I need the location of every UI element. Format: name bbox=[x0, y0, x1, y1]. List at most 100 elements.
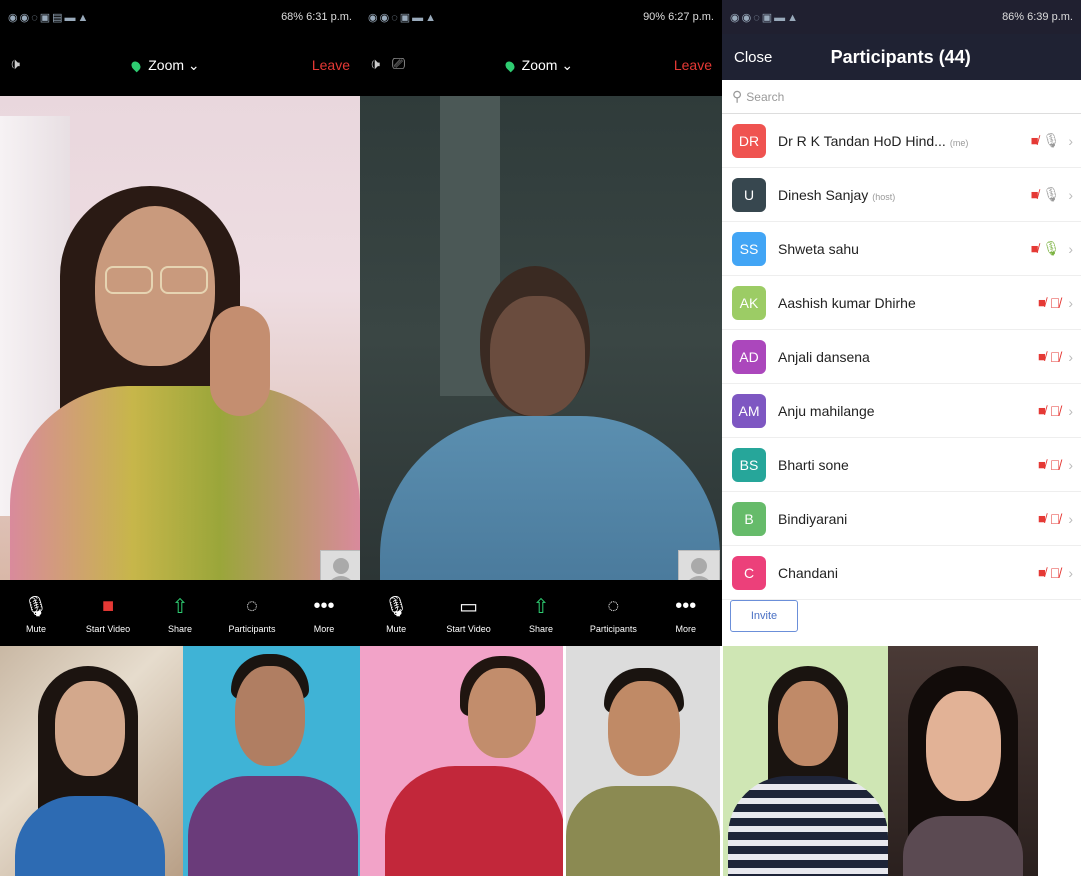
participant-name-text: Dinesh Sanjay bbox=[778, 186, 869, 203]
chevron-right-icon: › bbox=[1068, 402, 1073, 419]
participant-photo-2 bbox=[183, 646, 360, 876]
video-off-icon: ■̸ bbox=[1037, 349, 1046, 364]
chevron-right-icon: › bbox=[1068, 348, 1073, 365]
participant-row[interactable]: AK Aashish kumar Dhirhe ■̸ 🎙̸ › bbox=[722, 276, 1081, 330]
chevron-right-icon: › bbox=[1068, 456, 1073, 473]
status-time-left: 68% 6:31 p.m. bbox=[281, 11, 352, 23]
participant-avatar: AD bbox=[732, 339, 766, 374]
video-off-icon: ■̸ bbox=[1030, 187, 1039, 202]
participant-status-icons: ■̸ 🎙̸ › bbox=[1038, 457, 1073, 473]
participants-button[interactable]: ◌ Participants bbox=[221, 592, 283, 635]
mic-muted-icon: 🎙̸ bbox=[1049, 510, 1061, 527]
video-off-icon: ■ bbox=[101, 594, 115, 617]
more-button[interactable]: ••• More bbox=[655, 592, 717, 635]
person-face bbox=[608, 681, 680, 776]
speaker-icon[interactable]: 🕩 bbox=[370, 56, 380, 74]
person-hand bbox=[210, 306, 270, 416]
participant-name: Anjali dansena bbox=[778, 349, 1038, 365]
participant-photo-3 bbox=[360, 646, 563, 876]
participant-row[interactable]: DR Dr R K Tandan HoD Hind... (me) ■̸ 🎙 › bbox=[722, 114, 1081, 168]
participants-button[interactable]: ◌ Participants bbox=[582, 592, 644, 635]
status-bar-mid: ◉◉◌▣▬▲ 90% 6:27 p.m. bbox=[360, 0, 722, 34]
participant-photo-6 bbox=[888, 646, 1038, 876]
participant-row[interactable]: BS Bharti sone ■̸ 🎙̸ › bbox=[722, 438, 1081, 492]
participant-name: Bharti sone bbox=[778, 457, 1038, 473]
person-body bbox=[385, 766, 563, 876]
participant-photo-5 bbox=[723, 646, 888, 876]
share-icon: ⇧ bbox=[532, 595, 550, 618]
chevron-right-icon: › bbox=[1068, 132, 1073, 149]
participant-name-text: Anju mahilange bbox=[778, 402, 875, 419]
mic-muted-icon: 🎙̸ bbox=[1049, 348, 1061, 365]
chevron-right-icon: › bbox=[1068, 510, 1073, 527]
zoom-menu[interactable]: Zoom ⌄ bbox=[405, 57, 674, 74]
zoom-menu[interactable]: Zoom ⌄ bbox=[20, 57, 312, 74]
mic-icon: 🎙 bbox=[383, 595, 409, 618]
mic-icon: 🎙 bbox=[1042, 240, 1061, 256]
leave-button[interactable]: Leave bbox=[312, 57, 350, 73]
participant-row[interactable]: U Dinesh Sanjay (host) ■̸ 🎙 › bbox=[722, 168, 1081, 222]
participant-row[interactable]: AD Anjali dansena ■̸ 🎙̸ › bbox=[722, 330, 1081, 384]
participant-name: Chandani bbox=[778, 565, 1038, 581]
share-button[interactable]: ⇧ Share bbox=[149, 592, 211, 635]
mute-button[interactable]: 🎙 Mute bbox=[365, 592, 427, 635]
participant-row[interactable]: B Bindiyarani ■̸ 🎙̸ › bbox=[722, 492, 1081, 546]
close-button[interactable]: Close bbox=[734, 49, 772, 66]
shield-icon bbox=[129, 59, 143, 73]
invite-button[interactable]: Invite bbox=[730, 600, 798, 632]
speaker-icon[interactable]: 🕩 bbox=[10, 56, 20, 74]
self-view-thumbnail[interactable] bbox=[320, 550, 360, 580]
self-view-thumbnail[interactable] bbox=[678, 550, 720, 580]
person-body bbox=[903, 816, 1023, 876]
mute-button[interactable]: 🎙 Mute bbox=[5, 592, 67, 635]
start-video-button[interactable]: ▭ Start Video bbox=[438, 592, 500, 635]
participant-tag: (host) bbox=[872, 191, 896, 202]
leave-button[interactable]: Leave bbox=[674, 57, 712, 73]
meeting-controls-mid: 🎙 Mute ▭ Start Video ⇧ Share ◌ Participants … bbox=[360, 580, 722, 646]
mic-muted-icon: 🎙̸ bbox=[1049, 456, 1061, 473]
video-off-icon: ■̸ bbox=[1037, 295, 1046, 310]
participant-status-icons: ■̸ 🎙̸ › bbox=[1038, 565, 1073, 581]
chevron-right-icon: › bbox=[1068, 294, 1073, 311]
start-video-button[interactable]: ■ Start Video bbox=[77, 592, 139, 635]
person-body bbox=[188, 776, 358, 876]
chevron-right-icon: › bbox=[1068, 564, 1073, 581]
search-input[interactable]: ⚲ Search bbox=[722, 80, 1081, 114]
zoom-top-bar-mid: 🕩 ⎚ Zoom ⌄ Leave bbox=[360, 34, 722, 96]
camera-switch-icon[interactable]: ⎚ bbox=[392, 56, 405, 74]
search-placeholder: Search bbox=[746, 89, 785, 104]
participant-status-icons: ■̸ 🎙̸ › bbox=[1038, 295, 1073, 311]
person-body bbox=[15, 796, 165, 876]
person-face bbox=[926, 691, 1001, 801]
chevron-right-icon: › bbox=[1068, 240, 1073, 257]
video-off-icon: ■̸ bbox=[1037, 457, 1046, 472]
more-icon: ••• bbox=[313, 594, 335, 617]
status-time-right: 86% 6:39 p.m. bbox=[1002, 11, 1073, 23]
participant-row[interactable]: AM Anju mahilange ■̸ 🎙̸ › bbox=[722, 384, 1081, 438]
participants-list: DR Dr R K Tandan HoD Hind... (me) ■̸ 🎙 › U Dine… bbox=[722, 114, 1081, 600]
glasses bbox=[105, 266, 153, 294]
participant-row[interactable]: SS Shweta sahu ■̸ 🎙 › bbox=[722, 222, 1081, 276]
participants-panel: ◉◉◌▣▬▲ 86% 6:39 p.m. Close Participants … bbox=[722, 0, 1081, 646]
share-icon: ⇧ bbox=[171, 595, 189, 618]
person-face bbox=[55, 681, 125, 776]
participant-name-text: Bindiyarani bbox=[778, 510, 848, 527]
mic-icon: 🎙 bbox=[1042, 186, 1061, 202]
mic-muted-icon: 🎙̸ bbox=[1049, 564, 1061, 581]
status-bar-left: ◉◉◌▣▤▬▲ 68% 6:31 p.m. bbox=[0, 0, 360, 34]
video-pane-mid bbox=[360, 96, 722, 580]
mic-icon: 🎙 bbox=[23, 595, 49, 618]
person-body bbox=[728, 776, 888, 876]
more-button[interactable]: ••• More bbox=[293, 592, 355, 635]
participant-row[interactable]: C Chandani ■̸ 🎙̸ › bbox=[722, 546, 1081, 600]
participant-avatar: B bbox=[732, 501, 766, 536]
shield-icon bbox=[503, 59, 517, 73]
participant-status-icons: ■̸ 🎙 › bbox=[1031, 186, 1073, 203]
person-body bbox=[566, 786, 720, 876]
participant-avatar: SS bbox=[732, 231, 766, 266]
participant-photo-1 bbox=[0, 646, 183, 876]
share-button[interactable]: ⇧ Share bbox=[510, 592, 572, 635]
participant-avatar: BS bbox=[732, 447, 766, 482]
participant-avatar: C bbox=[732, 555, 766, 590]
participant-name: Aashish kumar Dhirhe bbox=[778, 295, 1038, 311]
